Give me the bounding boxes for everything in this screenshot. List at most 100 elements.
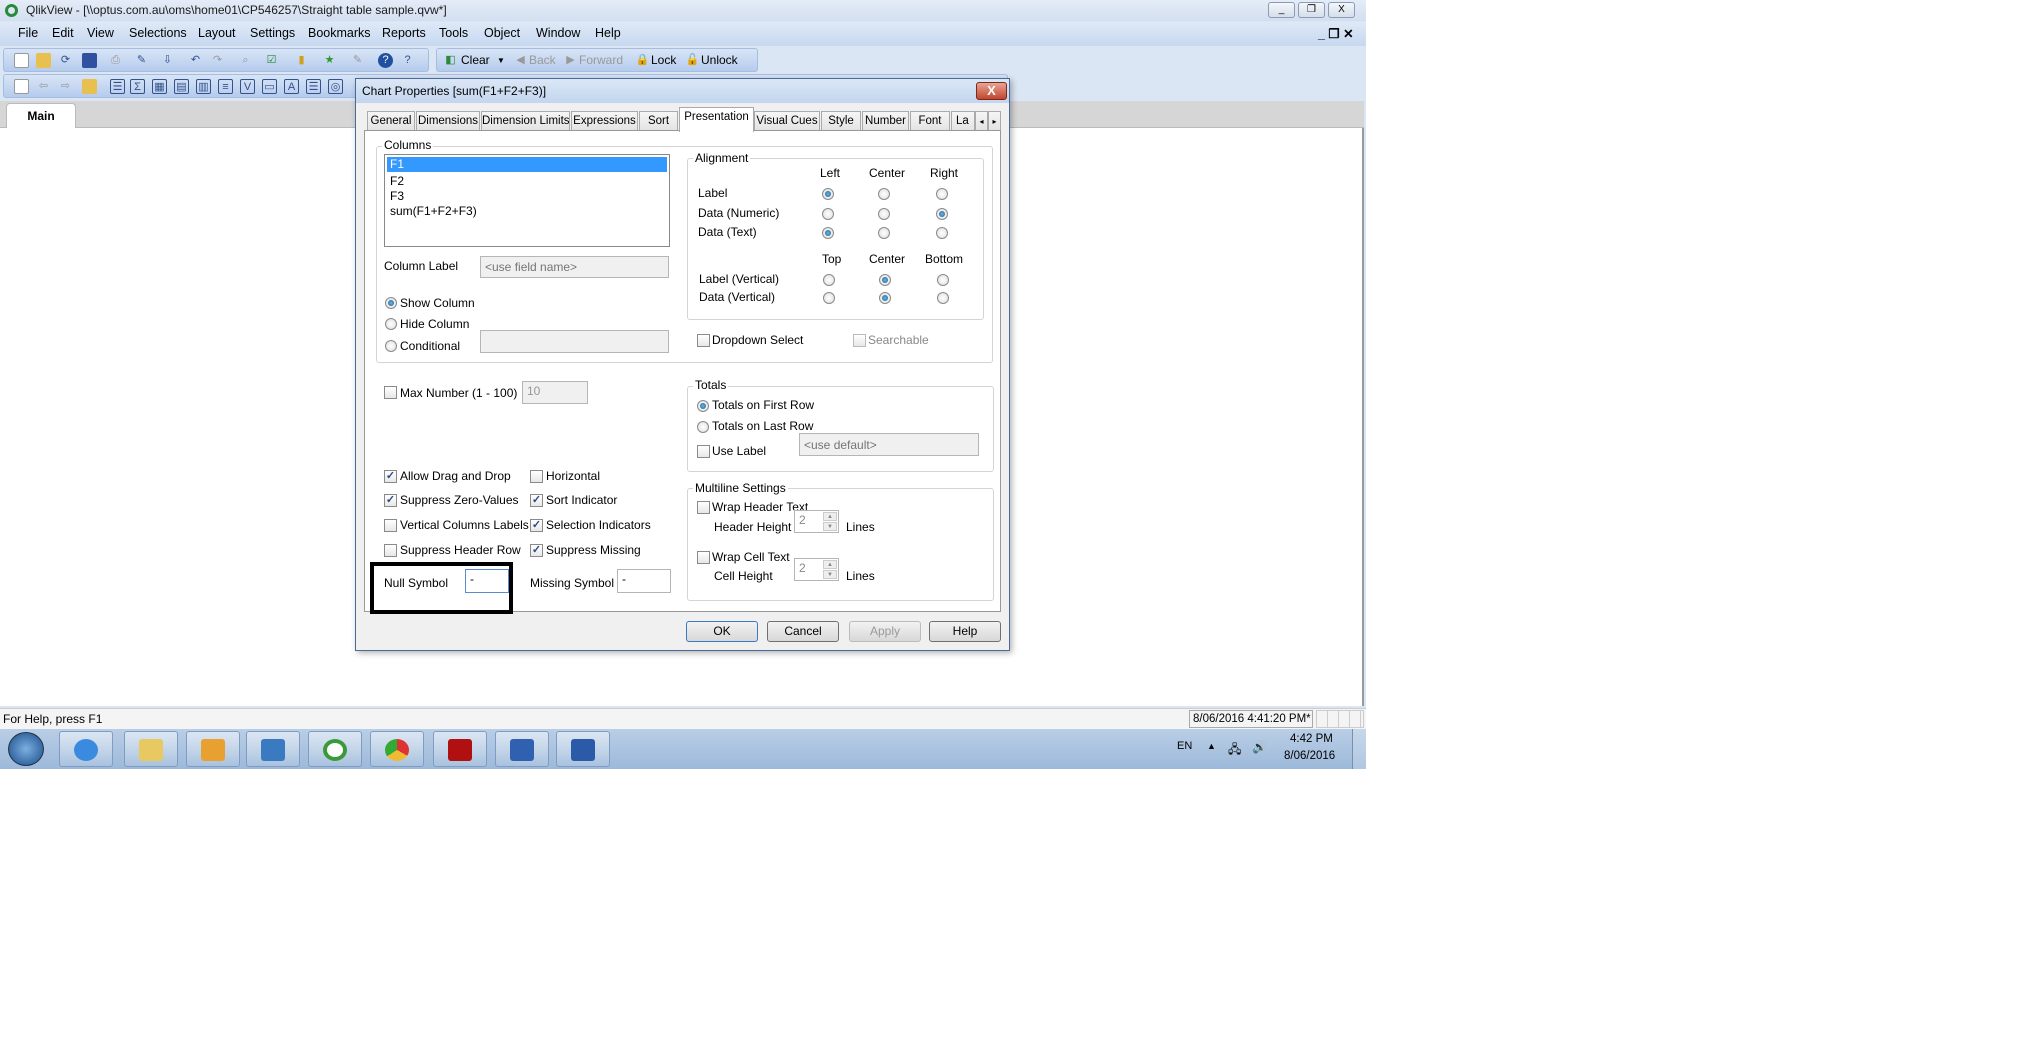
- clear-dropdown-icon[interactable]: ▼: [497, 56, 505, 65]
- spin-down-icon[interactable]: ▼: [823, 570, 837, 579]
- menu-selections[interactable]: Selections: [129, 26, 187, 40]
- taskbar-word[interactable]: [556, 731, 610, 767]
- clock-time[interactable]: 4:42 PM: [1290, 733, 1333, 745]
- label-vertical-center-radio[interactable]: [879, 274, 891, 286]
- tab-visual-cues[interactable]: Visual Cues: [754, 111, 820, 131]
- table-box-icon[interactable]: ▦: [152, 79, 167, 94]
- searchable-checkbox[interactable]: [853, 334, 866, 347]
- help-icon[interactable]: ?: [378, 53, 393, 68]
- reload-icon[interactable]: ⟳: [58, 53, 73, 68]
- suppress-zero-values-checkbox[interactable]: ✓: [384, 494, 397, 507]
- design-icon[interactable]: ✎: [350, 53, 365, 68]
- numeric-center-radio[interactable]: [878, 208, 890, 220]
- chart-icon[interactable]: ▥: [196, 79, 211, 94]
- undo-icon[interactable]: ↶: [188, 53, 203, 68]
- tab-font[interactable]: Font: [910, 111, 950, 131]
- menu-edit[interactable]: Edit: [52, 26, 74, 40]
- suppress-header-row-checkbox[interactable]: [384, 544, 397, 557]
- demote-sheet-icon[interactable]: ⇨: [58, 79, 73, 94]
- taskbar-outlook[interactable]: [186, 731, 240, 767]
- open-icon[interactable]: [36, 53, 51, 68]
- mdi-controls[interactable]: _ ❐ ✕: [1318, 26, 1354, 41]
- cell-height-spinner[interactable]: 2 ▲ ▼: [794, 558, 839, 581]
- taskbar-lync[interactable]: [246, 731, 300, 767]
- columns-listbox[interactable]: F1 F2 F3 sum(F1+F2+F3): [384, 154, 670, 247]
- new-sheet-icon[interactable]: [14, 79, 29, 94]
- tab-sort[interactable]: Sort: [639, 111, 678, 131]
- menu-bookmarks[interactable]: Bookmarks: [308, 26, 371, 40]
- search-icon[interactable]: ⌕: [238, 53, 253, 68]
- listbox-icon[interactable]: ☰: [110, 79, 125, 94]
- menu-window[interactable]: Window: [536, 26, 580, 40]
- column-item-f2[interactable]: F2: [387, 174, 667, 189]
- network-icon[interactable]: 🖧: [1228, 740, 1241, 761]
- save-icon[interactable]: [82, 53, 97, 68]
- missing-symbol-input[interactable]: -: [617, 569, 671, 593]
- start-button-icon[interactable]: [8, 732, 44, 766]
- taskbar-remote-desktop[interactable]: [495, 731, 549, 767]
- max-number-input[interactable]: 10: [522, 381, 588, 404]
- column-label-input[interactable]: [480, 256, 669, 278]
- label-vertical-top-radio[interactable]: [823, 274, 835, 286]
- show-column-radio[interactable]: [385, 297, 397, 309]
- conditional-input[interactable]: [480, 330, 669, 353]
- column-item-f1[interactable]: F1: [387, 157, 667, 172]
- clock-date[interactable]: 8/06/2016: [1284, 750, 1335, 762]
- spin-up-icon[interactable]: ▲: [823, 560, 837, 569]
- volume-icon[interactable]: 🔊: [1252, 740, 1267, 754]
- menu-help[interactable]: Help: [595, 26, 621, 40]
- tab-layout[interactable]: La: [951, 111, 975, 131]
- taskbar-chrome[interactable]: [370, 731, 424, 767]
- text-left-radio[interactable]: [822, 227, 834, 239]
- menu-tools[interactable]: Tools: [439, 26, 468, 40]
- allow-drag-drop-checkbox[interactable]: ✓: [384, 470, 397, 483]
- tab-scroll-right-icon[interactable]: ▸: [988, 111, 1001, 131]
- menu-reports[interactable]: Reports: [382, 26, 426, 40]
- cancel-button[interactable]: Cancel: [767, 621, 839, 642]
- apply-button[interactable]: Apply: [849, 621, 921, 642]
- clear-button[interactable]: Clear: [461, 53, 490, 67]
- sheet-properties-icon[interactable]: [82, 79, 97, 94]
- tab-number[interactable]: Number: [862, 111, 909, 131]
- dropdown-select-checkbox[interactable]: [697, 334, 710, 347]
- totals-first-row-radio[interactable]: [697, 400, 709, 412]
- null-symbol-input[interactable]: -: [465, 569, 509, 593]
- wrap-cell-text-checkbox[interactable]: [697, 551, 710, 564]
- menu-view[interactable]: View: [87, 26, 114, 40]
- max-number-checkbox[interactable]: [384, 386, 397, 399]
- redo-icon[interactable]: ↷: [210, 53, 225, 68]
- column-item-f3[interactable]: F3: [387, 189, 667, 204]
- menu-file[interactable]: File: [18, 26, 38, 40]
- text-center-radio[interactable]: [878, 227, 890, 239]
- conditional-radio[interactable]: [385, 340, 397, 352]
- header-height-spinner[interactable]: 2 ▲ ▼: [794, 510, 839, 533]
- new-icon[interactable]: [14, 53, 29, 68]
- column-item-sum[interactable]: sum(F1+F2+F3): [387, 204, 667, 219]
- vertical-columns-labels-checkbox[interactable]: [384, 519, 397, 532]
- back-button[interactable]: Back: [529, 53, 556, 67]
- text-right-radio[interactable]: [936, 227, 948, 239]
- tab-style[interactable]: Style: [821, 111, 861, 131]
- label-center-radio[interactable]: [878, 188, 890, 200]
- context-help-icon[interactable]: ?: [400, 53, 415, 68]
- hide-column-radio[interactable]: [385, 318, 397, 330]
- statistics-box-icon[interactable]: Σ: [130, 79, 145, 94]
- label-vertical-bottom-radio[interactable]: [937, 274, 949, 286]
- ok-button[interactable]: OK: [686, 621, 758, 642]
- print-icon[interactable]: ⎙: [108, 53, 123, 68]
- numeric-left-radio[interactable]: [822, 208, 834, 220]
- wrap-header-text-checkbox[interactable]: [697, 501, 710, 514]
- sheet-tab-main[interactable]: Main: [6, 103, 76, 129]
- sort-indicator-checkbox[interactable]: ✓: [530, 494, 543, 507]
- forward-button[interactable]: Forward: [579, 53, 623, 67]
- tab-expressions[interactable]: Expressions: [571, 111, 638, 131]
- use-label-checkbox[interactable]: [697, 445, 710, 458]
- numeric-right-radio[interactable]: [936, 208, 948, 220]
- selection-indicators-checkbox[interactable]: ✓: [530, 519, 543, 532]
- totals-last-row-radio[interactable]: [697, 421, 709, 433]
- spin-up-icon[interactable]: ▲: [823, 512, 837, 521]
- lock-button[interactable]: Lock: [651, 53, 676, 67]
- spin-down-icon[interactable]: ▼: [823, 522, 837, 531]
- data-vertical-center-radio[interactable]: [879, 292, 891, 304]
- menu-settings[interactable]: Settings: [250, 26, 295, 40]
